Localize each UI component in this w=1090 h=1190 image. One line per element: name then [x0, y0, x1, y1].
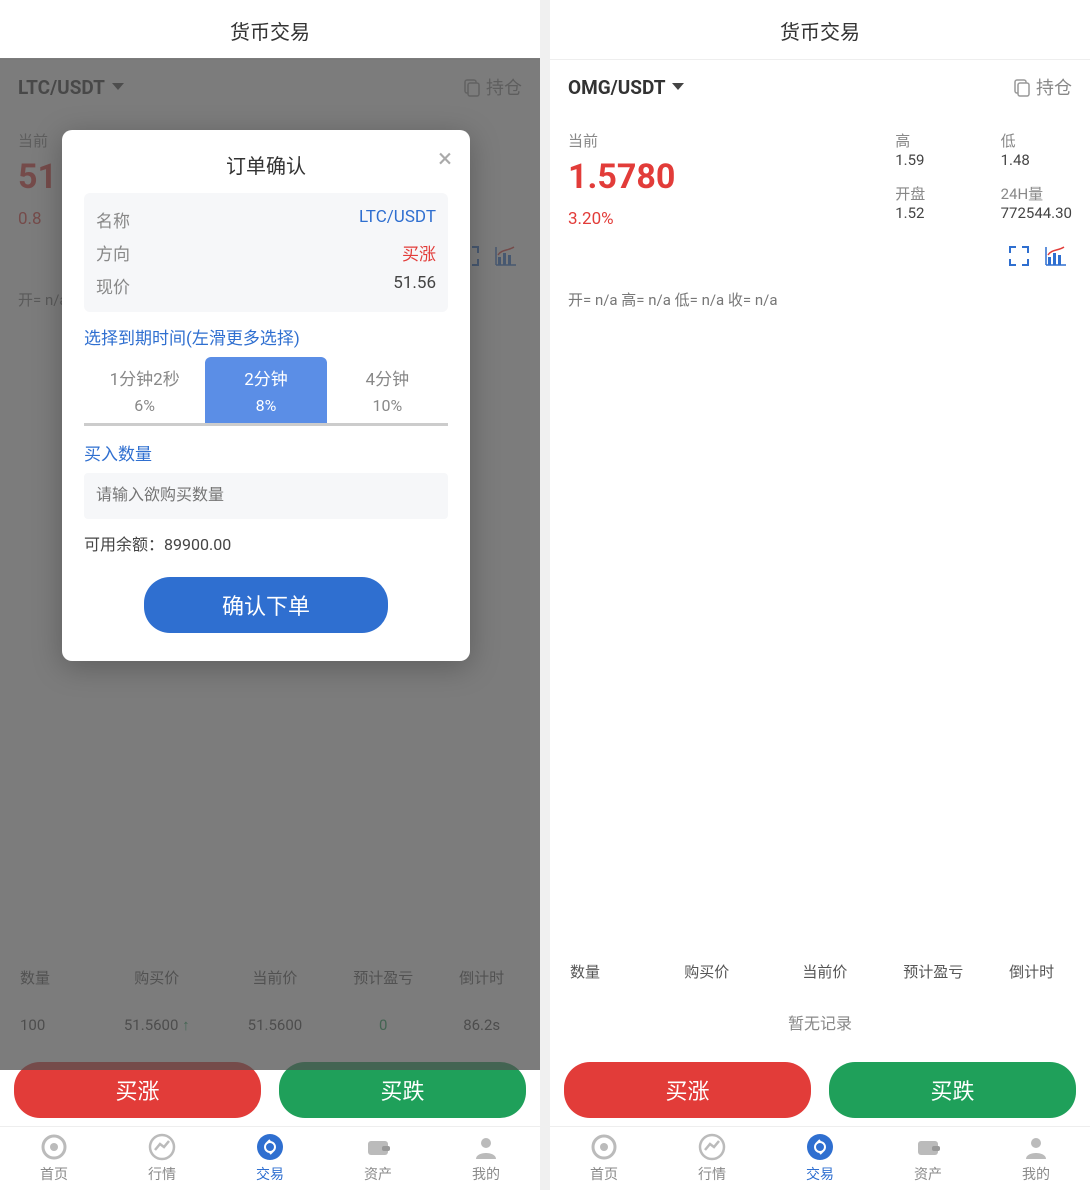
buy-up-button[interactable]: 买涨 — [564, 1062, 811, 1118]
open-label: 开盘 — [895, 183, 966, 204]
modal-title: 订单确认 — [84, 150, 448, 179]
order-summary: 名称 LTC/USDT 方向 买涨 现价 51.56 — [84, 193, 448, 312]
trade-icon — [256, 1133, 284, 1161]
pair-bar: OMG/USDT 持仓 — [550, 59, 1090, 114]
vol-value: 772544.30 — [1001, 204, 1072, 222]
tab-trade[interactable]: 交易 — [216, 1133, 324, 1184]
markets-icon — [148, 1133, 176, 1161]
val-price: 51.56 — [393, 273, 436, 298]
tab-markets[interactable]: 行情 — [658, 1133, 766, 1184]
fullscreen-icon[interactable] — [1008, 245, 1030, 267]
col-countdown: 倒计时 — [987, 961, 1076, 982]
positions-link[interactable]: 持仓 — [1012, 74, 1072, 100]
wallet-icon — [364, 1133, 392, 1161]
val-direction: 买涨 — [402, 240, 436, 265]
tab-profile[interactable]: 我的 — [982, 1133, 1090, 1184]
label-name: 名称 — [96, 207, 130, 232]
orders-header: 数量 购买价 当前价 预计盈亏 倒计时 — [550, 947, 1090, 996]
page-title: 货币交易 — [0, 0, 540, 59]
home-icon — [40, 1133, 68, 1161]
tab-assets[interactable]: 资产 — [324, 1133, 432, 1184]
profile-icon — [1022, 1133, 1050, 1161]
label-direction: 方向 — [96, 240, 130, 265]
trade-icon — [806, 1133, 834, 1161]
current-price: 1.5780 — [568, 157, 895, 197]
order-confirm-modal: × 订单确认 名称 LTC/USDT 方向 买涨 现价 51.56 选择到期时间… — [62, 130, 470, 661]
current-label: 当前 — [568, 130, 895, 151]
low-value: 1.48 — [1001, 151, 1072, 169]
high-value: 1.59 — [895, 151, 966, 169]
label-price: 现价 — [96, 273, 130, 298]
tab-trade[interactable]: 交易 — [766, 1133, 874, 1184]
balance-value: 89900.00 — [164, 535, 231, 554]
change-percent: 3.20% — [568, 209, 895, 229]
col-pnl: 预计盈亏 — [879, 961, 987, 982]
vol-label: 24H量 — [1001, 183, 1072, 204]
positions-label: 持仓 — [1036, 74, 1072, 100]
page-title: 货币交易 — [550, 0, 1090, 59]
tab-home[interactable]: 首页 — [550, 1133, 658, 1184]
tab-home[interactable]: 首页 — [0, 1133, 108, 1184]
col-buy: 购买价 — [643, 961, 771, 982]
qty-label: 买入数量 — [84, 440, 448, 465]
chart-area[interactable] — [550, 316, 1090, 947]
home-icon — [590, 1133, 618, 1161]
chevron-down-icon — [671, 82, 685, 92]
col-cur: 当前价 — [771, 961, 879, 982]
pair-selector[interactable]: OMG/USDT — [568, 76, 685, 99]
left-screen: 货币交易 LTC/USDT 持仓 当前 51 0.8 开= n/a — [0, 0, 540, 1190]
bottom-tabbar: 首页 行情 交易 资产 我的 — [550, 1126, 1090, 1190]
confirm-order-button[interactable]: 确认下单 — [144, 577, 388, 633]
period-title: 选择到期时间(左滑更多选择) — [84, 324, 448, 349]
close-icon[interactable]: × — [438, 144, 452, 174]
tab-assets[interactable]: 资产 — [874, 1133, 982, 1184]
balance-line: 可用余额：89900.00 — [84, 531, 448, 555]
profile-icon — [472, 1133, 500, 1161]
chart-icon[interactable] — [1044, 245, 1068, 267]
col-qty: 数量 — [564, 961, 643, 982]
period-selector: 1分钟2秒 6% 2分钟 8% 4分钟 10% — [84, 357, 448, 426]
empty-records: 暂无记录 — [550, 996, 1090, 1048]
period-option-0[interactable]: 1分钟2秒 6% — [84, 357, 205, 423]
val-name: LTC/USDT — [359, 207, 436, 232]
low-label: 低 — [1001, 130, 1072, 151]
ohlc-readout: 开= n/a 高= n/a 低= n/a 收= n/a — [550, 271, 1090, 316]
tab-markets[interactable]: 行情 — [108, 1133, 216, 1184]
pair-symbol: OMG/USDT — [568, 76, 665, 99]
buy-actions: 买涨 买跌 — [550, 1048, 1090, 1126]
buy-down-button[interactable]: 买跌 — [829, 1062, 1076, 1118]
wallet-icon — [914, 1133, 942, 1161]
copy-icon — [1012, 77, 1032, 97]
buy-up-button[interactable]: 买涨 — [14, 1062, 261, 1118]
quantity-input[interactable] — [84, 473, 448, 519]
tab-profile[interactable]: 我的 — [432, 1133, 540, 1184]
open-value: 1.52 — [895, 204, 966, 222]
balance-label: 可用余额： — [84, 535, 164, 554]
markets-icon — [698, 1133, 726, 1161]
buy-down-button[interactable]: 买跌 — [279, 1062, 526, 1118]
chart-tools — [550, 233, 1090, 271]
period-option-2[interactable]: 4分钟 10% — [327, 357, 448, 423]
right-screen: 货币交易 OMG/USDT 持仓 当前 1.5780 3.20% 高 1.59 — [550, 0, 1090, 1190]
period-option-1[interactable]: 2分钟 8% — [205, 357, 326, 423]
high-label: 高 — [895, 130, 966, 151]
stats-area: 当前 1.5780 3.20% 高 1.59 低 1.48 开盘 1.52 24… — [550, 114, 1090, 233]
bottom-tabbar: 首页 行情 交易 资产 我的 — [0, 1126, 540, 1190]
